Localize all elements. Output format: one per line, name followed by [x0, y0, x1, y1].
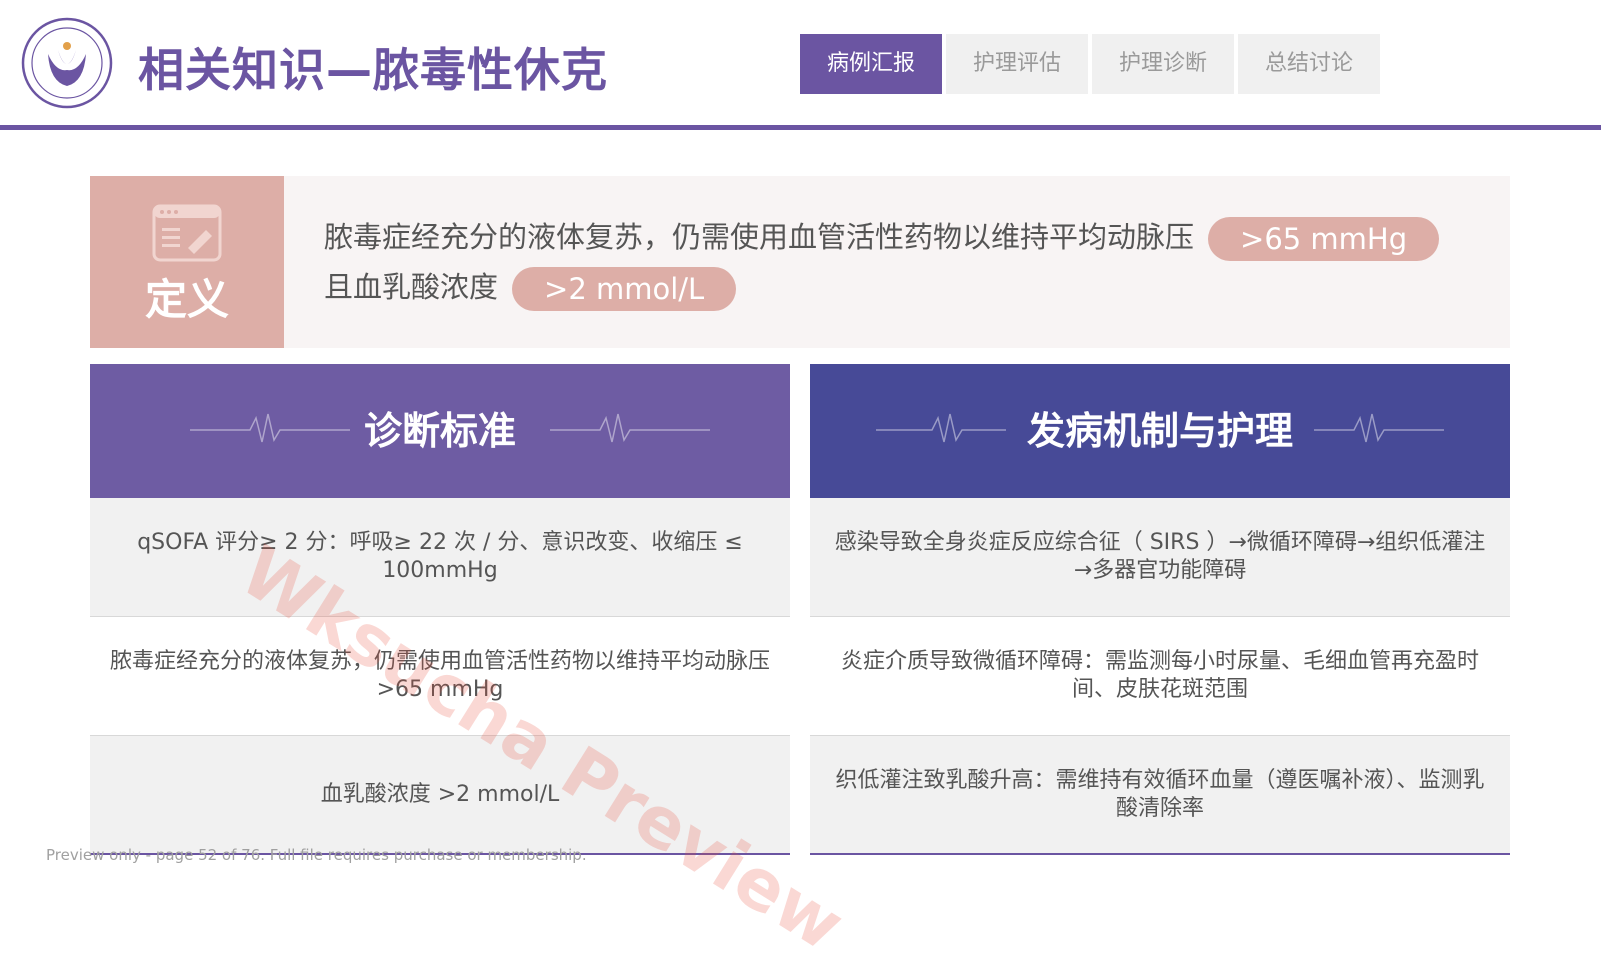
mechanism-row: 感染导致全身炎症反应综合征（ SIRS ）→微循环障碍→组织低灌注→多器官功能障… — [810, 498, 1510, 617]
page-title: 相关知识—脓毒性休克 — [138, 43, 608, 97]
map-threshold-badge: >65 mmHg — [1208, 217, 1440, 261]
tab-summary-discussion[interactable]: 总结讨论 — [1238, 34, 1380, 94]
definition-text: 脓毒症经充分的液体复苏，仍需使用血管活性药物以维持平均动脉压 >65 mmHg 且… — [324, 212, 1484, 312]
tab-nursing-assessment[interactable]: 护理评估 — [946, 34, 1088, 94]
definition-box: 定义 脓毒症经充分的液体复苏，仍需使用血管活性药物以维持平均动脉压 >65 mmH… — [90, 176, 1510, 348]
tab-case-report[interactable]: 病例汇报 — [800, 34, 942, 94]
mechanism-header: 发病机制与护理 — [810, 364, 1510, 498]
ecg-line-icon — [550, 413, 710, 443]
diagnosis-row: 脓毒症经充分的液体复苏，仍需使用血管活性药物以维持平均动脉压 >65 mmHg — [90, 617, 790, 736]
definition-line2: 且血乳酸浓度 — [324, 270, 499, 304]
definition-title: 定义 — [144, 275, 229, 324]
diagnosis-row: 血乳酸浓度 >2 mmol/L — [90, 736, 790, 855]
ecg-line-icon — [1314, 413, 1444, 443]
definition-line1: 脓毒症经充分的液体复苏，仍需使用血管活性药物以维持平均动脉压 — [324, 220, 1195, 254]
diagnosis-row: qSOFA 评分≥ 2 分：呼吸≥ 22 次 / 分、意识改变、收缩压 ≤ 10… — [90, 498, 790, 617]
document-icon — [152, 204, 222, 262]
hospital-logo — [21, 17, 113, 109]
definition-label-panel: 定义 — [90, 176, 284, 348]
preview-footer-note: Preview only - page 52 of 76. Full file … — [46, 846, 587, 864]
lactate-threshold-badge: >2 mmol/L — [512, 267, 737, 311]
diagnosis-header: 诊断标准 — [90, 364, 790, 498]
mechanism-row: 炎症介质导致微循环障碍：需监测每小时尿量、毛细血管再充盈时间、皮肤花斑范围 — [810, 617, 1510, 736]
diagnosis-column: 诊断标准 qSOFA 评分≥ 2 分：呼吸≥ 22 次 / 分、意识改变、收缩压… — [90, 364, 790, 855]
tab-nursing-diagnosis[interactable]: 护理诊断 — [1092, 34, 1234, 94]
header: 相关知识—脓毒性休克 病例汇报 护理评估 护理诊断 总结讨论 — [0, 0, 1601, 130]
nav-tabs: 病例汇报 护理评估 护理诊断 总结讨论 — [800, 34, 1380, 94]
header-divider — [0, 125, 1601, 130]
mechanism-row: 织低灌注致乳酸升高：需维持有效循环血量（遵医嘱补液）、监测乳酸清除率 — [810, 736, 1510, 855]
mechanism-column: 发病机制与护理 感染导致全身炎症反应综合征（ SIRS ）→微循环障碍→组织低灌… — [810, 364, 1510, 855]
